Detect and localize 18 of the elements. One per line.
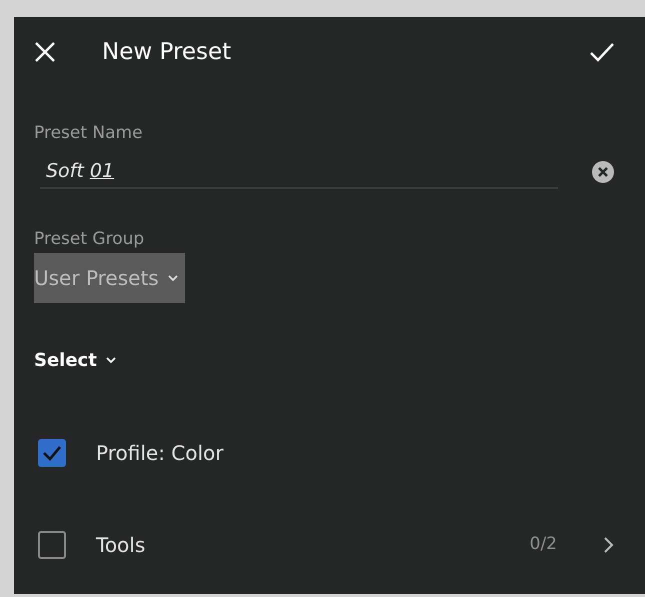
caret-icon	[166, 274, 179, 282]
item-count: 0/2	[530, 532, 557, 556]
confirm-check-icon[interactable]	[589, 42, 615, 62]
item-label: Profile: Color	[96, 440, 224, 466]
chevron-right-icon[interactable]	[603, 536, 615, 554]
dialog-title: New Preset	[102, 38, 232, 67]
caret-icon	[104, 356, 117, 364]
name-field[interactable]: Soft 01	[40, 154, 558, 189]
clear-icon[interactable]	[591, 160, 615, 184]
field-label: Preset Group	[34, 228, 146, 251]
check-icon	[42, 444, 62, 460]
field-label: Preset Name	[34, 122, 144, 145]
checkbox[interactable]	[38, 438, 66, 466]
group-dropdown[interactable]: User Presets	[34, 252, 185, 302]
select-dropdown[interactable]: Select	[34, 346, 117, 374]
item-label: Tools	[96, 532, 146, 558]
checkbox[interactable]	[38, 530, 66, 558]
close-icon[interactable]	[34, 41, 56, 63]
